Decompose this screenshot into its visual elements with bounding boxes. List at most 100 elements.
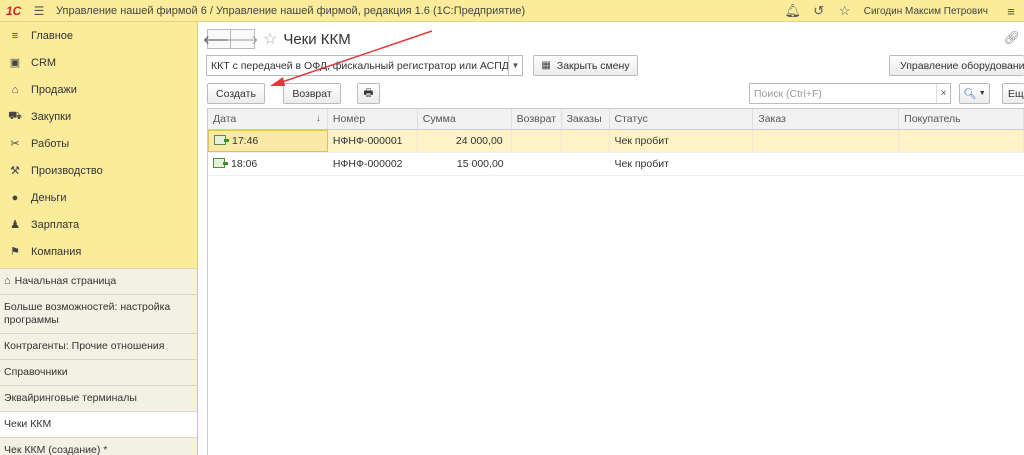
open-window-catalogs[interactable]: Справочники — [0, 360, 197, 386]
clear-icon[interactable]: × — [936, 84, 950, 103]
print-button[interactable]: 🖶 — [357, 83, 380, 104]
number-cell[interactable]: НФНФ-000002 — [328, 153, 418, 175]
date-cell[interactable]: 18:06 — [208, 153, 328, 175]
orders-cell[interactable] — [562, 153, 610, 175]
close-shift-button[interactable]: ▦ Закрыть смену — [533, 55, 638, 76]
close-shift-label: Закрыть смену — [556, 59, 630, 72]
section-label: Производство — [31, 164, 103, 177]
open-window-label: Начальная страница — [14, 275, 117, 287]
section-main[interactable]: ≡ Главное — [0, 22, 197, 49]
dropdown-arrow-icon: ▼ — [978, 90, 986, 97]
table-header: Дата ↓ Номер Сумма Возврат Заказы Статус … — [208, 109, 1024, 130]
section-company[interactable]: ⚑ Компания — [0, 238, 197, 265]
buyer-cell[interactable] — [899, 130, 1024, 152]
section-label: Закупки — [31, 110, 72, 123]
search-box: × — [749, 83, 951, 104]
column-number[interactable]: Номер — [328, 109, 418, 129]
open-window-receipts[interactable]: Чеки ККМ — [0, 412, 197, 438]
open-window-acquiring-terminals[interactable]: Эквайринговые терминалы — [0, 386, 197, 412]
number-cell[interactable]: НФНФ-000001 — [328, 130, 418, 152]
receipt-posted-icon — [213, 158, 228, 169]
status-cell[interactable]: Чек пробит — [610, 130, 754, 152]
column-status[interactable]: Статус — [610, 109, 754, 129]
current-user[interactable]: Сигодин Максим Петрович — [864, 6, 988, 17]
section-label: Компания — [31, 245, 82, 258]
status-cell[interactable]: Чек пробит — [610, 153, 754, 175]
truck-icon: ⛟ — [8, 109, 22, 122]
section-crm[interactable]: ▣ CRM — [0, 49, 197, 76]
section-production[interactable]: ⚒ Производство — [0, 157, 197, 184]
equipment-management-label: Управление оборудование — [900, 59, 1024, 72]
sum-cell[interactable]: 15 000,00 — [418, 153, 512, 175]
return-cell[interactable] — [512, 153, 562, 175]
menu-lines-icon: ≡ — [11, 29, 19, 42]
close-shift-icon: ▦ — [541, 60, 551, 71]
sort-down-icon: ↓ — [315, 113, 321, 124]
search-button[interactable]: 🔍︎ ▼ — [959, 83, 990, 104]
printer-icon: 🖶 — [363, 86, 374, 99]
cash-register-select[interactable]: ККТ с передачей в ОФД, фискальный регист… — [206, 55, 523, 76]
column-return[interactable]: Возврат — [512, 109, 562, 129]
title-bar-tools: 🔔︎ ↺ ☆ Сигодин Максим Петрович ≡ — [780, 0, 1024, 22]
form-area: 🡐 🡒 ☆ Чеки ККМ 🔗︎ ККТ с передачей в ОФД,… — [199, 22, 1024, 455]
buyer-cell[interactable] — [899, 153, 1024, 175]
open-window-home[interactable]: ⌂ Начальная страница — [0, 269, 197, 295]
section-label: Работы — [31, 137, 70, 150]
table-row[interactable]: 18:06 НФНФ-000002 15 000,00 Чек пробит — [208, 153, 1024, 176]
page-title: Чеки ККМ — [283, 30, 351, 48]
order-cell[interactable] — [753, 130, 900, 152]
favorite-star-icon[interactable]: ☆ — [263, 29, 277, 49]
window-title: Управление нашей фирмой 6 / Управление н… — [56, 4, 526, 17]
form-command-bar: Создать Возврат 🖶 × 🔍︎▼ Ещ — [206, 83, 1024, 105]
column-label: Дата — [213, 113, 237, 125]
section-salary[interactable]: ♟ Зарплата — [0, 211, 197, 238]
tools-icon: ✂ — [10, 138, 20, 150]
magnifier-icon: 🔍︎ — [963, 88, 977, 100]
section-label: Главное — [31, 29, 74, 42]
create-button[interactable]: Создать — [207, 83, 265, 104]
orders-cell[interactable] — [562, 130, 610, 152]
receipt-posted-icon — [214, 135, 229, 146]
return-button[interactable]: Возврат — [283, 83, 341, 104]
date-cell[interactable]: 17:46 — [208, 130, 328, 152]
sections-panel: ≡ Главное ▣ CRM ⌂ Продажи ⛟ Закупки ✂ Работы … — [0, 22, 198, 455]
favorites-star-icon[interactable]: ☆ — [832, 3, 858, 19]
cash-register-value: ККТ с передачей в ОФД, фискальный регист… — [211, 59, 508, 72]
column-date[interactable]: Дата ↓ — [208, 109, 328, 129]
main-menu-icon[interactable]: ☰ — [30, 4, 48, 18]
sections-list: ≡ Главное ▣ CRM ⌂ Продажи ⛟ Закупки ✂ Работы … — [0, 22, 197, 268]
section-label: CRM — [31, 56, 57, 69]
section-purchases[interactable]: ⛟ Закупки — [0, 103, 197, 130]
table-row[interactable]: 17:46 НФНФ-000001 24 000,00 Чек пробит — [208, 130, 1024, 153]
equipment-management-button[interactable]: Управление оборудование — [889, 55, 1024, 76]
open-window-counterparties[interactable]: Контрагенты: Прочие отношения — [0, 334, 197, 360]
column-buyer[interactable]: Покупатель — [899, 109, 1024, 129]
return-cell[interactable] — [512, 130, 562, 152]
section-label: Деньги — [31, 191, 67, 204]
column-orders[interactable]: Заказы — [562, 109, 610, 129]
order-cell[interactable] — [753, 153, 899, 175]
crm-icon: ▣ — [9, 57, 21, 69]
settings-menu-icon[interactable]: ≡ — [998, 4, 1024, 19]
section-sales[interactable]: ⌂ Продажи — [0, 76, 197, 103]
column-sum[interactable]: Сумма — [418, 109, 512, 129]
flag-icon: ⚑ — [10, 246, 20, 258]
sum-cell[interactable]: 24 000,00 — [418, 130, 512, 152]
section-money[interactable]: ● Деньги — [0, 184, 197, 211]
search-input[interactable] — [750, 87, 936, 100]
section-label: Зарплата — [31, 218, 80, 231]
dropdown-arrow-icon[interactable]: ▼ — [508, 56, 522, 75]
section-works[interactable]: ✂ Работы — [0, 130, 197, 157]
more-button[interactable]: Ещ — [1002, 83, 1024, 104]
open-window-more-features[interactable]: Больше возможностей: настройка программы — [0, 295, 197, 334]
link-icon[interactable]: 🔗︎ — [1003, 30, 1020, 46]
forward-button[interactable]: 🡒 — [226, 29, 259, 49]
history-icon[interactable]: ↺ — [806, 3, 832, 19]
open-window-receipt-create[interactable]: Чек ККМ (создание) * — [0, 438, 197, 455]
date-value: 18:06 — [231, 158, 258, 170]
bell-icon[interactable]: 🔔︎ — [780, 3, 806, 19]
person-icon: ♟ — [10, 219, 20, 231]
column-order[interactable]: Заказ — [753, 109, 900, 129]
receipts-table: Дата ↓ Номер Сумма Возврат Заказы Статус … — [207, 108, 1024, 455]
arrow-right-icon: 🡒 — [226, 32, 259, 47]
